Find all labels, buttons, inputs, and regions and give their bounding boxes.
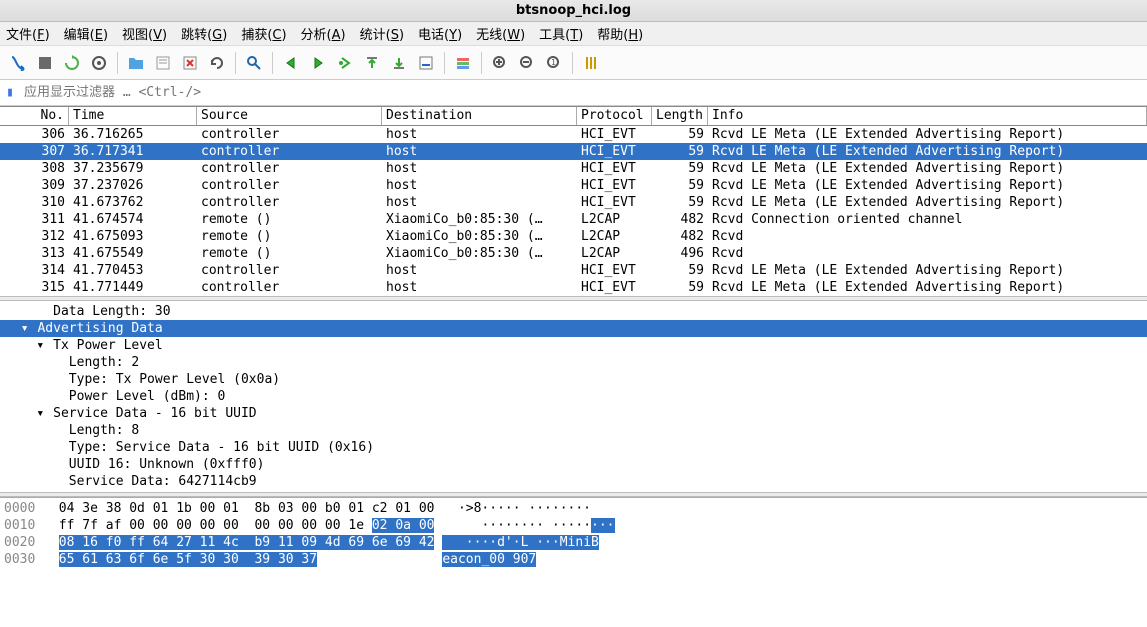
- detail-row[interactable]: Type: Tx Power Level (0x0a): [0, 371, 1147, 388]
- options-button[interactable]: [87, 51, 111, 75]
- packet-list-header: No. Time Source Destination Protocol Len…: [0, 106, 1147, 126]
- packet-row[interactable]: 30636.716265controllerhostHCI_EVT59Rcvd …: [0, 126, 1147, 143]
- go-last-button[interactable]: [387, 51, 411, 75]
- menu-item[interactable]: 文件(F): [6, 24, 50, 43]
- go-back-button[interactable]: [279, 51, 303, 75]
- go-first-button[interactable]: [360, 51, 384, 75]
- detail-row[interactable]: Service Data: 6427114cb9: [0, 473, 1147, 490]
- col-no[interactable]: No.: [0, 107, 69, 125]
- packet-row[interactable]: 31041.673762controllerhostHCI_EVT59Rcvd …: [0, 194, 1147, 211]
- menu-item[interactable]: 帮助(H): [597, 24, 643, 43]
- detail-row[interactable]: Length: 8: [0, 422, 1147, 439]
- packet-list[interactable]: 30636.716265controllerhostHCI_EVT59Rcvd …: [0, 126, 1147, 296]
- separator: [272, 52, 273, 74]
- packet-bytes[interactable]: 0000 04 3e 38 0d 01 1b 00 01 8b 03 00 b0…: [0, 497, 1147, 570]
- resize-columns-button[interactable]: [579, 51, 603, 75]
- detail-row[interactable]: Length: 2: [0, 354, 1147, 371]
- svg-text:1: 1: [551, 58, 556, 67]
- start-capture-button[interactable]: [6, 51, 30, 75]
- filter-bar: ▮: [0, 80, 1147, 106]
- col-len[interactable]: Length: [652, 107, 708, 125]
- packet-row[interactable]: 31341.675549remote ()XiaomiCo_b0:85:30 (…: [0, 245, 1147, 262]
- packet-row[interactable]: 31141.674574remote ()XiaomiCo_b0:85:30 (…: [0, 211, 1147, 228]
- zoom-out-button[interactable]: [515, 51, 539, 75]
- auto-scroll-button[interactable]: [414, 51, 438, 75]
- menu-item[interactable]: 无线(W): [476, 24, 525, 43]
- reload-button[interactable]: [205, 51, 229, 75]
- window-title: btsnoop_hci.log: [0, 0, 1147, 22]
- menu-item[interactable]: 分析(A): [301, 24, 346, 43]
- hex-row[interactable]: 0000 04 3e 38 0d 01 1b 00 01 8b 03 00 b0…: [4, 500, 1143, 517]
- zoom-in-button[interactable]: [488, 51, 512, 75]
- stop-capture-button[interactable]: [33, 51, 57, 75]
- menu-item[interactable]: 电话(Y): [418, 24, 462, 43]
- save-file-button[interactable]: [151, 51, 175, 75]
- detail-row[interactable]: Type: Service Data - 16 bit UUID (0x16): [0, 439, 1147, 456]
- separator: [235, 52, 236, 74]
- col-src[interactable]: Source: [197, 107, 382, 125]
- colorize-button[interactable]: [451, 51, 475, 75]
- separator: [117, 52, 118, 74]
- col-proto[interactable]: Protocol: [577, 107, 652, 125]
- bookmark-icon[interactable]: ▮: [0, 85, 20, 100]
- packet-details[interactable]: Data Length: 30 ▾ Advertising Data ▾ Tx …: [0, 301, 1147, 492]
- open-file-button[interactable]: [124, 51, 148, 75]
- detail-row[interactable]: Power Level (dBm): 0: [0, 388, 1147, 405]
- packet-row[interactable]: 31541.771449controllerhostHCI_EVT59Rcvd …: [0, 279, 1147, 296]
- packet-row[interactable]: 31441.770453controllerhostHCI_EVT59Rcvd …: [0, 262, 1147, 279]
- hex-row[interactable]: 0020 08 16 f0 ff 64 27 11 4c b9 11 09 4d…: [4, 534, 1143, 551]
- col-info[interactable]: Info: [708, 107, 1147, 125]
- go-to-packet-button[interactable]: [333, 51, 357, 75]
- packet-row[interactable]: 30837.235679controllerhostHCI_EVT59Rcvd …: [0, 160, 1147, 177]
- packet-row[interactable]: 30937.237026controllerhostHCI_EVT59Rcvd …: [0, 177, 1147, 194]
- detail-row[interactable]: ▾ Service Data - 16 bit UUID: [0, 405, 1147, 422]
- col-dst[interactable]: Destination: [382, 107, 577, 125]
- separator: [444, 52, 445, 74]
- menu-item[interactable]: 视图(V): [122, 24, 167, 43]
- separator: [481, 52, 482, 74]
- go-forward-button[interactable]: [306, 51, 330, 75]
- hex-row[interactable]: 0010 ff 7f af 00 00 00 00 00 00 00 00 00…: [4, 517, 1143, 534]
- detail-row[interactable]: ▾ Advertising Data: [0, 320, 1147, 337]
- restart-capture-button[interactable]: [60, 51, 84, 75]
- zoom-reset-button[interactable]: 1: [542, 51, 566, 75]
- menu-item[interactable]: 工具(T): [539, 24, 583, 43]
- packet-row[interactable]: 30736.717341controllerhostHCI_EVT59Rcvd …: [0, 143, 1147, 160]
- find-button[interactable]: [242, 51, 266, 75]
- menu-item[interactable]: 编辑(E): [64, 24, 108, 43]
- toolbar: 1: [0, 46, 1147, 80]
- separator: [572, 52, 573, 74]
- menu-item[interactable]: 统计(S): [360, 24, 404, 43]
- close-file-button[interactable]: [178, 51, 202, 75]
- detail-row[interactable]: ▾ Tx Power Level: [0, 337, 1147, 354]
- menu-item[interactable]: 跳转(G): [181, 24, 227, 43]
- menubar: 文件(F) 编辑(E) 视图(V) 跳转(G) 捕获(C) 分析(A) 统计(S) 电话(Y)…: [0, 22, 1147, 46]
- detail-row[interactable]: Data Length: 30: [0, 303, 1147, 320]
- display-filter-input[interactable]: [20, 82, 1147, 103]
- hex-row[interactable]: 0030 65 61 63 6f 6e 5f 30 30 39 30 37 ea…: [4, 551, 1143, 568]
- packet-row[interactable]: 31241.675093remote ()XiaomiCo_b0:85:30 (…: [0, 228, 1147, 245]
- col-time[interactable]: Time: [69, 107, 197, 125]
- menu-item[interactable]: 捕获(C): [241, 24, 286, 43]
- detail-row[interactable]: UUID 16: Unknown (0xfff0): [0, 456, 1147, 473]
